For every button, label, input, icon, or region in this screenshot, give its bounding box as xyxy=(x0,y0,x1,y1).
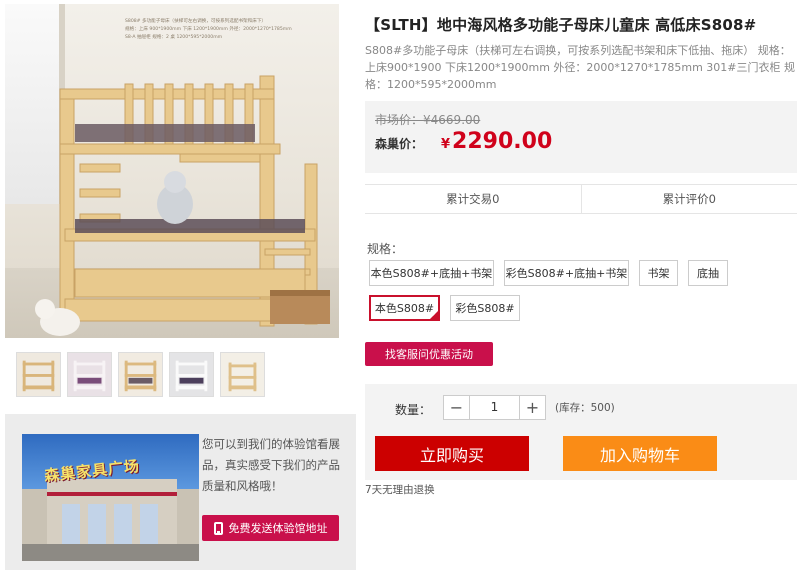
spec-option[interactable]: 彩色S808#+底抽+书架 xyxy=(504,260,629,286)
thumbnail-3[interactable] xyxy=(118,352,163,397)
thumbnail-strip xyxy=(16,352,265,397)
sales-count: 累计交易0 xyxy=(446,192,500,206)
spec-option-label: 彩色S808#+底抽+书架 xyxy=(505,267,628,280)
spec-option-label: 彩色S808# xyxy=(455,302,515,315)
thumbnail-5[interactable] xyxy=(220,352,265,397)
spec-option-label: 本色S808#+底抽+书架 xyxy=(370,267,493,280)
thumbnail-2[interactable] xyxy=(67,352,112,397)
spec-option[interactable]: 本色S808#+底抽+书架 xyxy=(369,260,494,286)
send-address-button[interactable]: 免费发送体验馆地址 xyxy=(202,515,339,541)
spec-option[interactable]: 底抽 xyxy=(688,260,728,286)
phone-icon xyxy=(213,521,223,535)
sale-price-row: 森巢价： ¥ 2290.00 xyxy=(375,129,552,154)
showroom-promo: 森巢家具广场 您可以到我们的体验馆看展品，真实感受下我们的产品质量和风格哦！ 免… xyxy=(5,414,356,570)
review-count[interactable]: 累计评价0 xyxy=(580,185,798,213)
showroom-image: 森巢家具广场 xyxy=(22,434,199,561)
sale-price-label: 森巢价： xyxy=(375,137,424,151)
check-icon: ✓ xyxy=(431,311,437,318)
quantity-input[interactable]: 1 xyxy=(470,396,519,419)
stock-info: (库存：500) xyxy=(555,402,615,414)
currency-symbol: ¥ xyxy=(441,137,451,152)
buy-now-button[interactable]: 立即购买 xyxy=(375,436,529,471)
market-price-label: 市场价： xyxy=(375,113,424,127)
sale-price-value: 2290.00 xyxy=(452,129,553,154)
price-panel: 市场价：¥4669.00 森巢价： ¥ 2290.00 xyxy=(365,101,797,173)
caption-line: 规格：上床 900*1900mm 下床 1200*1900mm 外径：2000*… xyxy=(125,27,292,32)
market-price: 市场价：¥4669.00 xyxy=(375,111,480,128)
quantity-stepper: − 1 + xyxy=(443,395,546,420)
product-main-image: S808# 多功能子母床（扶梯可左右调换，可按系列选配书架和床下） 规格：上床 … xyxy=(5,4,339,338)
product-description: S808#多功能子母床（扶梯可左右调换，可按系列选配书架和床下低抽、拖床） 规格… xyxy=(365,44,796,91)
caption-line: S808# 多功能子母床（扶梯可左右调换，可按系列选配书架和床下） xyxy=(125,19,267,24)
spec-label: 规格： xyxy=(367,242,404,256)
spec-option[interactable]: 彩色S808# xyxy=(450,295,520,321)
consult-service-button[interactable]: 找客服问优惠活动 xyxy=(365,342,493,366)
caption-line: S8-A 抽屉柜 规格：2 桌 1200*595*2000mm xyxy=(125,35,223,40)
send-address-label: 免费发送体验馆地址 xyxy=(228,522,328,535)
product-title: 【SLTH】地中海风格多功能子母床儿童床 高低床S808# xyxy=(365,16,757,34)
return-policy-note: 7天无理由退换 xyxy=(365,484,435,496)
showroom-description: 您可以到我们的体验馆看展品，真实感受下我们的产品质量和风格哦！ xyxy=(202,437,340,493)
thumbnail-1[interactable] xyxy=(16,352,61,397)
market-price-value: ¥4669.00 xyxy=(423,113,481,127)
stats-bar: 累计交易0 累计评价0 xyxy=(365,184,797,214)
spec-option[interactable]: 书架 xyxy=(639,260,678,286)
add-to-cart-button[interactable]: 加入购物车 xyxy=(563,436,717,471)
increment-button[interactable]: + xyxy=(519,396,545,419)
decrement-button[interactable]: − xyxy=(444,396,470,419)
quantity-label: 数量： xyxy=(395,403,432,417)
spec-option-label: 底抽 xyxy=(697,267,719,280)
image-spec-caption: S808# 多功能子母床（扶梯可左右调换，可按系列选配书架和床下） 规格：上床 … xyxy=(125,18,330,42)
thumbnail-4[interactable] xyxy=(169,352,214,397)
spec-option-label: 本色S808# xyxy=(374,302,435,315)
spec-option-label: 书架 xyxy=(647,267,670,280)
purchase-panel: 数量： − 1 + (库存：500) 立即购买 加入购物车 xyxy=(365,384,797,480)
spec-option-selected[interactable]: 本色S808# ✓ xyxy=(369,295,440,321)
